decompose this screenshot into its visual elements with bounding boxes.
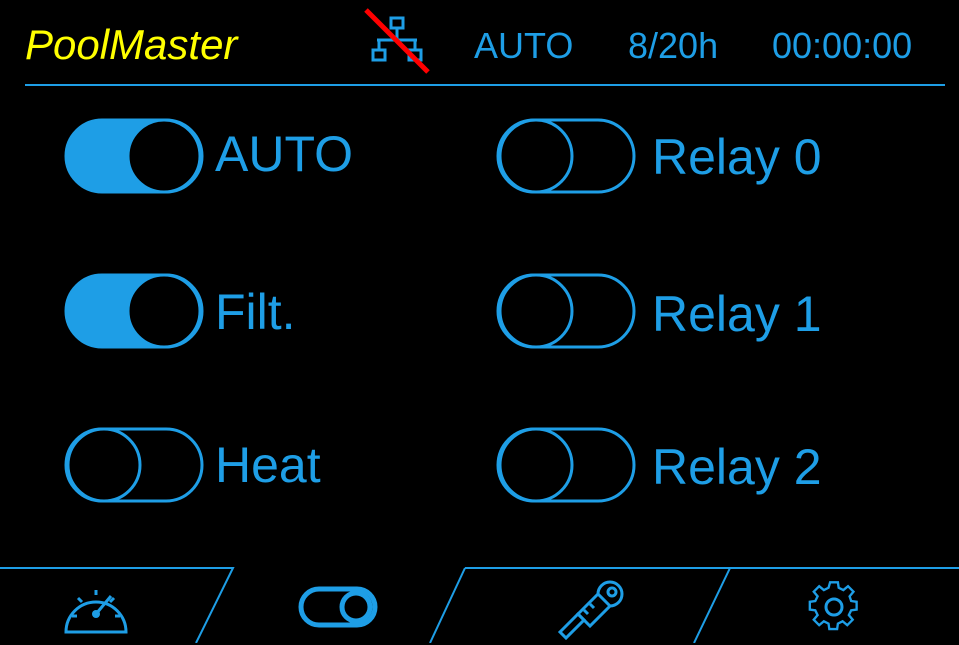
toggle-knob [126, 273, 202, 349]
nav-tab-calibration[interactable] [552, 574, 632, 641]
toggle-filtration-label: Filt. [215, 284, 296, 340]
nav-tab-switches[interactable] [298, 574, 378, 640]
gear-icon [808, 581, 858, 631]
filtration-hours: 8/20h [628, 25, 719, 66]
toggle-filtration[interactable] [64, 273, 204, 349]
speedometer-icon [64, 590, 128, 634]
toggle-relay-0[interactable] [496, 118, 636, 194]
toggle-on-icon [64, 118, 204, 194]
clock: 00:00:00 [772, 25, 913, 66]
toggle-relay-1-label: Relay 1 [652, 286, 822, 342]
app-title: PoolMaster [25, 21, 238, 68]
toggle-relay-0-label: Relay 0 [652, 129, 822, 185]
toggle-relay-1[interactable] [496, 273, 636, 349]
toggle-knob [126, 118, 202, 194]
toggle-off-icon [496, 273, 636, 349]
poolmaster-screen: PoolMaster AUTO 8/20h 00:00:00 AUTO Filt… [0, 0, 959, 643]
toggle-auto[interactable] [64, 118, 204, 194]
nav-tab-dashboard[interactable] [56, 574, 136, 640]
network-disconnected-icon [364, 8, 430, 74]
probe-icon [557, 580, 624, 641]
toggle-on-icon [64, 273, 204, 349]
toggle-heat[interactable] [64, 427, 204, 503]
toggle-auto-label: AUTO [215, 126, 353, 182]
header-divider [25, 84, 945, 86]
toggle-knob [498, 427, 574, 503]
toggle-relay-2[interactable] [496, 427, 636, 503]
toggle-knob [498, 273, 574, 349]
mode-indicator: AUTO [474, 25, 574, 66]
toggle-icon [298, 586, 378, 628]
toggle-heat-label: Heat [215, 437, 321, 493]
toggle-relay-2-label: Relay 2 [652, 439, 822, 495]
toggle-off-icon [496, 427, 636, 503]
nav-tab-settings[interactable] [794, 574, 874, 640]
toggle-knob [498, 118, 574, 194]
toggle-off-icon [496, 118, 636, 194]
toggle-knob [66, 427, 142, 503]
toggle-off-icon [64, 427, 204, 503]
